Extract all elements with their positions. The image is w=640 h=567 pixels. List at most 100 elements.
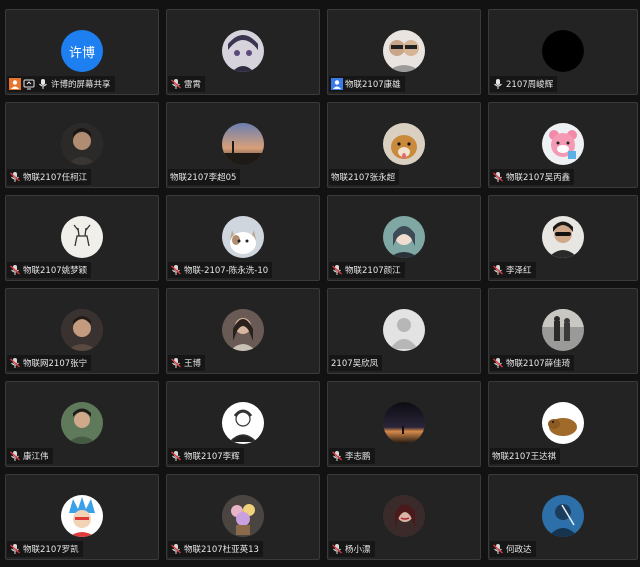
avatar: [542, 309, 584, 351]
name-bar: 物联2107李辉: [168, 448, 244, 464]
participant-name: 物联网2107张宁: [23, 359, 88, 369]
mic-muted-icon: [170, 450, 182, 462]
mic-muted-icon: [331, 264, 343, 276]
avatar: [222, 216, 264, 258]
avatar: [222, 123, 264, 165]
participant-tile[interactable]: 物联2107李辉: [166, 381, 320, 467]
participant-tile[interactable]: 物联2107薛佳琦: [488, 288, 638, 374]
participant-tile[interactable]: 王博: [166, 288, 320, 374]
participant-name: 物联2107王达祺: [492, 452, 557, 462]
mic-muted-icon: [9, 357, 21, 369]
mic-icon: [492, 78, 504, 90]
participant-name: 物联2107薛佳琦: [506, 359, 571, 369]
participant-name: 物联2107杜亚英13: [184, 545, 259, 555]
mic-muted-icon: [9, 543, 21, 555]
name-bar: 物联-2107-陈永洗-10: [168, 262, 273, 278]
name-bar: 杨小漂: [329, 541, 375, 557]
participant-tile[interactable]: 李泽红: [488, 195, 638, 281]
participant-name: 物联2107姚梦颖: [23, 266, 88, 276]
mic-muted-icon: [492, 357, 504, 369]
mic-muted-icon: [492, 171, 504, 183]
avatar: [61, 495, 103, 537]
name-bar: 2107周峻辉: [490, 76, 558, 92]
avatar: [61, 309, 103, 351]
participant-tile[interactable]: 雷霄: [166, 9, 320, 95]
name-bar: 李志鹏: [329, 448, 375, 464]
participant-name: 康江伟: [23, 452, 49, 462]
participant-tile[interactable]: 物联2107吴丙鑫: [488, 102, 638, 188]
name-bar: 物联2107罗凯: [7, 541, 83, 557]
participant-name: 2107周峻辉: [506, 80, 554, 90]
participant-tile[interactable]: 物联2107张永超: [327, 102, 481, 188]
mic-muted-icon: [9, 450, 21, 462]
name-bar: 康江伟: [7, 448, 53, 464]
name-bar: 2107吴欣凤: [329, 355, 383, 371]
name-bar: 物联2107王达祺: [490, 448, 561, 464]
participant-tile[interactable]: 物联2107颜江: [327, 195, 481, 281]
participant-name: 王博: [184, 359, 202, 369]
avatar: [222, 30, 264, 72]
participant-name: 物联2107任柯江: [23, 173, 88, 183]
avatar: [222, 309, 264, 351]
name-bar: 雷霄: [168, 76, 206, 92]
name-bar: 物联2107李超05: [168, 169, 241, 185]
participant-name: 物联2107张永超: [331, 173, 396, 183]
screen-share-icon: [23, 78, 35, 90]
name-bar: 物联网2107张宁: [7, 355, 92, 371]
participant-tile[interactable]: 物联2107任柯江: [5, 102, 159, 188]
user-orange-icon: [9, 78, 21, 90]
avatar: [61, 123, 103, 165]
participant-name: 雷霄: [184, 80, 202, 90]
participant-tile[interactable]: 何政达: [488, 474, 638, 560]
avatar: [222, 495, 264, 537]
mic-muted-icon: [331, 450, 343, 462]
participant-tile[interactable]: 李志鹏: [327, 381, 481, 467]
name-bar: 许博的屏幕共享: [7, 76, 115, 92]
participant-name: 2107吴欣凤: [331, 359, 379, 369]
participant-tile[interactable]: 杨小漂: [327, 474, 481, 560]
participant-tile[interactable]: 物联2107王达祺: [488, 381, 638, 467]
name-bar: 物联2107杜亚英13: [168, 541, 263, 557]
avatar: [383, 495, 425, 537]
participant-tile[interactable]: 物联网2107张宁: [5, 288, 159, 374]
avatar: [542, 216, 584, 258]
participant-tile[interactable]: 康江伟: [5, 381, 159, 467]
avatar: [61, 402, 103, 444]
mic-muted-icon: [9, 264, 21, 276]
name-bar: 物联2107颜江: [329, 262, 405, 278]
participant-name: 物联2107颜江: [345, 266, 401, 276]
participant-name: 何政达: [506, 545, 532, 555]
avatar: 许博: [61, 30, 103, 72]
mic-muted-icon: [170, 357, 182, 369]
mic-muted-icon: [170, 264, 182, 276]
name-bar: 物联2107张永超: [329, 169, 400, 185]
participant-name: 物联2107康雄: [345, 80, 401, 90]
mic-muted-icon: [492, 264, 504, 276]
mic-icon: [37, 78, 49, 90]
participant-name: 物联2107吴丙鑫: [506, 173, 571, 183]
participant-tile[interactable]: 物联-2107-陈永洗-10: [166, 195, 320, 281]
participant-tile[interactable]: 许博许博的屏幕共享: [5, 9, 159, 95]
mic-muted-icon: [331, 543, 343, 555]
participant-tile[interactable]: 物联2107姚梦颖: [5, 195, 159, 281]
avatar: [383, 216, 425, 258]
participant-tile[interactable]: 2107吴欣凤: [327, 288, 481, 374]
participant-tile[interactable]: 物联2107罗凯: [5, 474, 159, 560]
participant-tile[interactable]: 物联2107李超05: [166, 102, 320, 188]
mic-muted-icon: [170, 78, 182, 90]
avatar: [383, 402, 425, 444]
name-bar: 物联2107任柯江: [7, 169, 92, 185]
avatar: [542, 402, 584, 444]
name-bar: 何政达: [490, 541, 536, 557]
participant-tile[interactable]: 物联2107杜亚英13: [166, 474, 320, 560]
participant-tile[interactable]: 物联2107康雄: [327, 9, 481, 95]
name-bar: 物联2107姚梦颖: [7, 262, 92, 278]
name-bar: 王博: [168, 355, 206, 371]
avatar: [383, 30, 425, 72]
avatar: [222, 402, 264, 444]
avatar: [383, 309, 425, 351]
participant-name: 物联2107李辉: [184, 452, 240, 462]
avatar: [542, 123, 584, 165]
participant-tile[interactable]: 2107周峻辉: [488, 9, 638, 95]
mic-muted-icon: [9, 171, 21, 183]
